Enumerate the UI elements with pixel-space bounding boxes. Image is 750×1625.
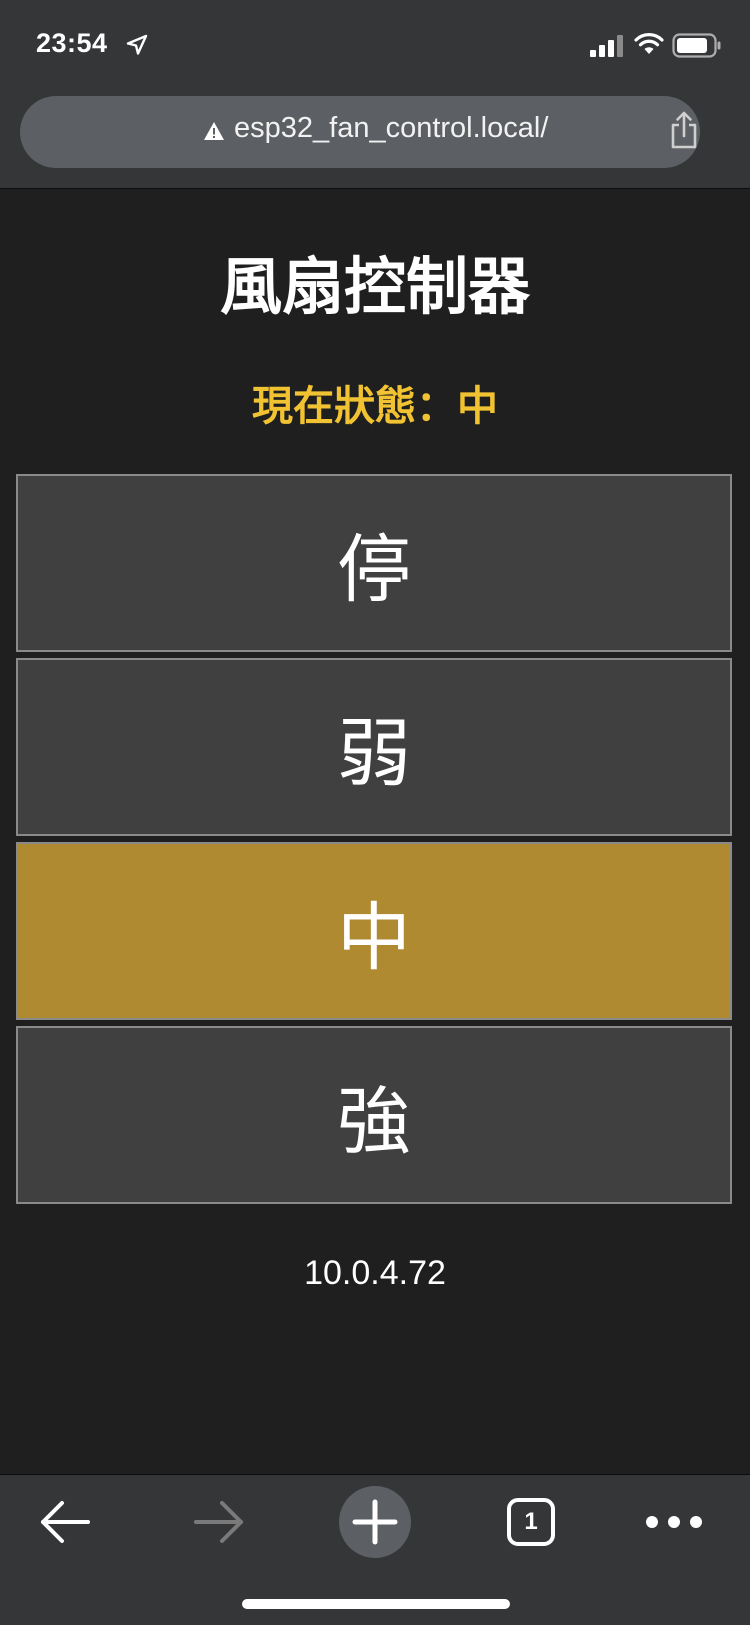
browser-toolbar: 1: [0, 1474, 750, 1625]
location-arrow-icon: [126, 34, 148, 55]
home-indicator: [242, 1599, 510, 1609]
fan-medium-button[interactable]: 中: [16, 842, 732, 1020]
browser-top-chrome: 23:54 esp32_fan_control.local/: [0, 0, 750, 189]
fan-low-button[interactable]: 弱: [16, 658, 732, 836]
url-text[interactable]: esp32_fan_control.local/: [234, 112, 548, 145]
status-bar: 23:54: [0, 0, 750, 90]
share-icon[interactable]: [668, 110, 700, 150]
new-tab-icon[interactable]: [338, 1485, 412, 1559]
fan-high-button[interactable]: 強: [16, 1026, 732, 1204]
wifi-icon: [634, 33, 664, 54]
status-time: 23:54: [36, 28, 108, 58]
more-icon[interactable]: [644, 1509, 704, 1535]
address-bar[interactable]: esp32_fan_control.local/: [20, 96, 700, 168]
page-title: 風扇控制器: [219, 250, 530, 323]
fan-stop-button[interactable]: 停: [16, 474, 732, 652]
tab-count: 1: [524, 1508, 538, 1535]
warning-icon: [204, 122, 224, 140]
current-status: 現在狀態：中: [252, 382, 498, 430]
back-icon[interactable]: [38, 1499, 92, 1545]
battery-icon: [672, 33, 721, 58]
cellular-signal-icon: [590, 35, 623, 57]
ip-address: 10.0.4.72: [304, 1254, 446, 1292]
forward-icon[interactable]: [192, 1499, 246, 1545]
